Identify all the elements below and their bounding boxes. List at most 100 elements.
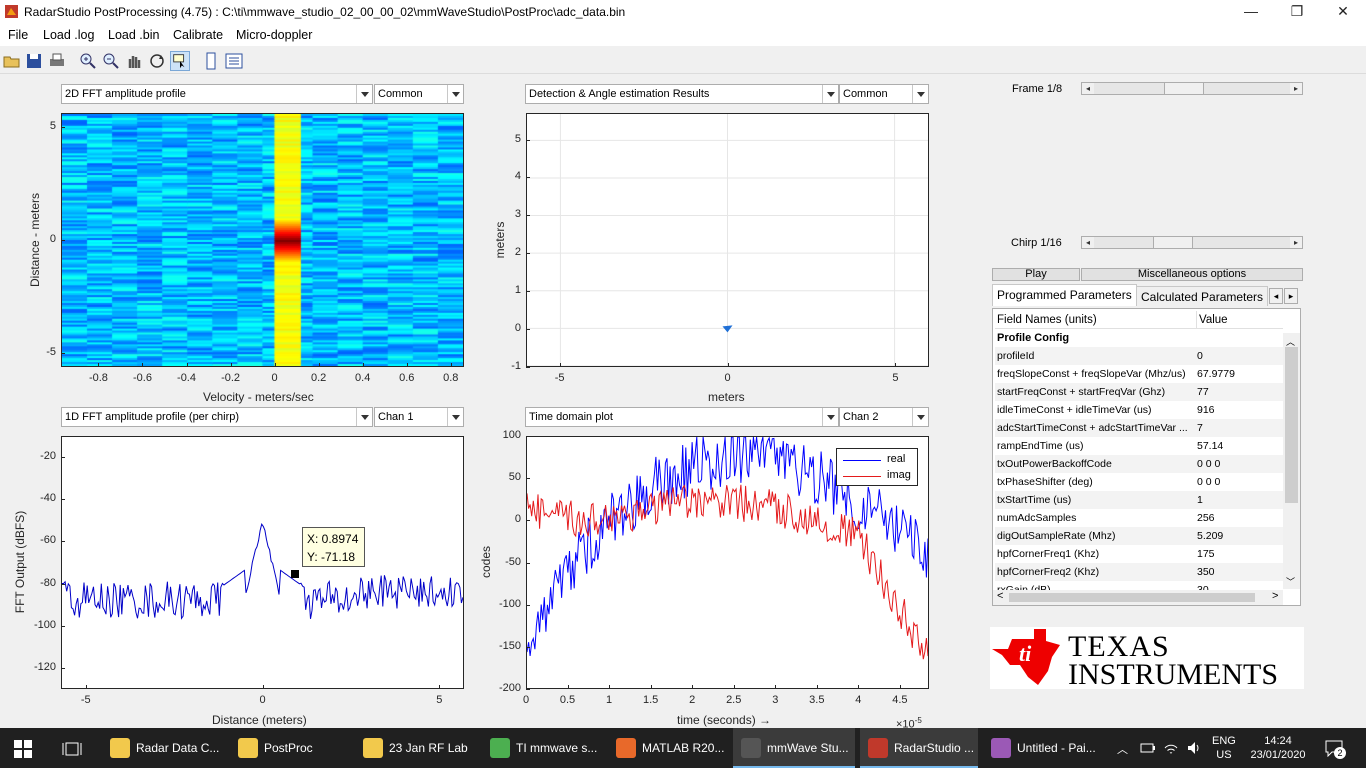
- parameter-table[interactable]: Field Names (units) Value Profile Config…: [992, 308, 1301, 606]
- taskbar-item[interactable]: 23 Jan RF Lab: [355, 728, 478, 768]
- table-row[interactable]: hpfCornerFreq1 (Khz) 175: [995, 545, 1283, 563]
- menu-micro-doppler[interactable]: Micro-doppler: [236, 28, 312, 42]
- data-tip[interactable]: X: 0.8974 Y: -71.18: [302, 527, 365, 567]
- maximize-button[interactable]: ❐: [1274, 0, 1320, 24]
- x-tick-label: 0: [522, 694, 530, 706]
- language-indicator[interactable]: ENG US: [1212, 734, 1236, 762]
- panel-icon[interactable]: [224, 51, 244, 71]
- detection-scatter-plot[interactable]: [526, 113, 929, 367]
- taskbar-item[interactable]: RadarStudio ...: [860, 728, 978, 768]
- menu-calibrate[interactable]: Calibrate: [173, 28, 223, 42]
- y-tick-label: 5: [49, 119, 56, 132]
- rotate-icon[interactable]: [147, 51, 167, 71]
- zoom-in-icon[interactable]: [78, 51, 98, 71]
- tr-plot-select[interactable]: Detection & Angle estimation Results: [525, 84, 839, 104]
- frame-slider-thumb[interactable]: [1164, 83, 1205, 94]
- bl-channel-select[interactable]: Chan 1: [374, 407, 464, 427]
- slider-left-arrow-icon[interactable]: ◂: [1082, 83, 1094, 94]
- clock[interactable]: 14:24 23/01/2020: [1246, 734, 1310, 762]
- minimize-button[interactable]: —: [1228, 0, 1274, 24]
- open-icon[interactable]: [2, 51, 22, 71]
- frame-slider[interactable]: ◂ ▸: [1081, 82, 1303, 95]
- menu-load-log[interactable]: Load .log: [43, 28, 94, 42]
- slider-right-arrow-icon[interactable]: ▸: [1290, 237, 1302, 248]
- wifi-icon[interactable]: [1163, 740, 1179, 756]
- x-tick-mark: [450, 363, 452, 367]
- chirp-slider-thumb[interactable]: [1153, 237, 1194, 248]
- tab-calculated-parameters[interactable]: Calculated Parameters: [1136, 286, 1269, 306]
- chevron-down-icon: [822, 85, 838, 103]
- slider-left-arrow-icon[interactable]: ◂: [1082, 237, 1094, 248]
- menu-file[interactable]: File: [8, 28, 28, 42]
- misc-options-button[interactable]: Miscellaneous options: [1081, 268, 1303, 281]
- volume-icon[interactable]: [1186, 740, 1202, 756]
- table-row[interactable]: freqSlopeConst + freqSlopeVar (Mhz/us) 67…: [995, 365, 1283, 383]
- tab-scroll-left-icon[interactable]: ◂: [1269, 288, 1283, 304]
- task-view-icon[interactable]: [62, 740, 82, 758]
- taskbar-item-label: Radar Data C...: [136, 741, 220, 755]
- table-row[interactable]: txOutPowerBackoffCode 0 0 0: [995, 455, 1283, 473]
- field-value: 0 0 0: [1197, 476, 1221, 488]
- matlab-icon: [616, 738, 636, 758]
- br-plot-select[interactable]: Time domain plot: [525, 407, 839, 427]
- windows-start-icon[interactable]: [14, 740, 32, 758]
- data-tip-x: X: 0.8974: [307, 532, 359, 546]
- tray-chevron-icon[interactable]: ︿: [1117, 741, 1128, 757]
- table-row[interactable]: startFreqConst + startFreqVar (Ghz) 77: [995, 383, 1283, 401]
- header-field-names: Field Names (units): [997, 314, 1097, 326]
- data-cursor-icon[interactable]: [170, 51, 190, 71]
- table-row[interactable]: rampEndTime (us) 57.14: [995, 437, 1283, 455]
- x-tick-label: 5: [436, 694, 443, 706]
- br-channel-select[interactable]: Chan 2: [839, 407, 929, 427]
- table-row[interactable]: profileId 0: [995, 347, 1283, 365]
- table-row[interactable]: adcStartTimeConst + adcStartTimeVar ... 7: [995, 419, 1283, 437]
- table-vscrollbar[interactable]: ︿ ﹀: [1283, 333, 1300, 589]
- table-row[interactable]: numAdcSamples 256: [995, 509, 1283, 527]
- save-icon[interactable]: [24, 51, 44, 71]
- taskbar: Radar Data C... PostProc 23 Jan RF Lab TI m…: [0, 728, 1366, 768]
- chirp-slider[interactable]: ◂ ▸: [1081, 236, 1303, 249]
- range-fft-plot[interactable]: [61, 436, 464, 689]
- tab-scroll-right-icon[interactable]: ▸: [1284, 288, 1298, 304]
- table-row[interactable]: idleTimeConst + idleTimeVar (us) 916: [995, 401, 1283, 419]
- scroll-down-icon[interactable]: ﹀: [1286, 575, 1295, 588]
- taskbar-item[interactable]: TI mmwave s...: [482, 728, 604, 768]
- x-tick-label: 3: [772, 694, 779, 706]
- range-doppler-heatmap[interactable]: [61, 113, 464, 367]
- table-row[interactable]: txStartTime (us) 1: [995, 491, 1283, 509]
- battery-icon[interactable]: [1140, 741, 1156, 755]
- zoom-out-icon[interactable]: [101, 51, 121, 71]
- tl-plot-select[interactable]: 2D FFT amplitude profile: [61, 84, 373, 104]
- scroll-right-icon[interactable]: >: [1272, 590, 1278, 602]
- time-domain-plot[interactable]: real imag: [526, 436, 929, 689]
- table-hscroll-thumb[interactable]: [1009, 593, 1255, 602]
- device-icon[interactable]: [201, 51, 221, 71]
- taskbar-item[interactable]: Radar Data C...: [102, 728, 226, 768]
- field-name: adcStartTimeConst + adcStartTimeVar ...: [997, 422, 1188, 434]
- table-row[interactable]: hpfCornerFreq2 (Khz) 350: [995, 563, 1283, 581]
- table-vscroll-thumb[interactable]: [1285, 347, 1298, 503]
- close-button[interactable]: ✕: [1320, 0, 1366, 24]
- play-button[interactable]: Play: [992, 268, 1080, 281]
- taskbar-item[interactable]: Untitled - Pai...: [983, 728, 1108, 768]
- print-icon[interactable]: [47, 51, 67, 71]
- table-row[interactable]: digOutSampleRate (Mhz) 5.209: [995, 527, 1283, 545]
- pan-icon[interactable]: [124, 51, 144, 71]
- table-hscrollbar[interactable]: < >: [993, 590, 1283, 605]
- x-tick-mark: [858, 685, 860, 689]
- taskbar-item[interactable]: mmWave Stu...: [733, 728, 855, 768]
- taskbar-item[interactable]: MATLAB R20...: [608, 728, 729, 768]
- tab-programmed-parameters[interactable]: Programmed Parameters: [992, 284, 1137, 306]
- table-row[interactable]: txPhaseShifter (deg) 0 0 0: [995, 473, 1283, 491]
- tl-channel-select[interactable]: Common: [374, 84, 464, 104]
- x-tick-mark: [318, 363, 320, 367]
- taskbar-item[interactable]: PostProc: [230, 728, 350, 768]
- menu-load-bin[interactable]: Load .bin: [108, 28, 159, 42]
- legend-real-swatch: [843, 460, 881, 461]
- bl-plot-select[interactable]: 1D FFT amplitude profile (per chirp): [61, 407, 373, 427]
- tr-channel-select[interactable]: Common: [839, 84, 929, 104]
- y-tick-mark: [526, 520, 530, 522]
- slider-right-arrow-icon[interactable]: ▸: [1290, 83, 1302, 94]
- menu-bar: File Load .log Load .bin Calibrate Micro…: [0, 24, 1366, 46]
- scroll-left-icon[interactable]: <: [997, 590, 1003, 602]
